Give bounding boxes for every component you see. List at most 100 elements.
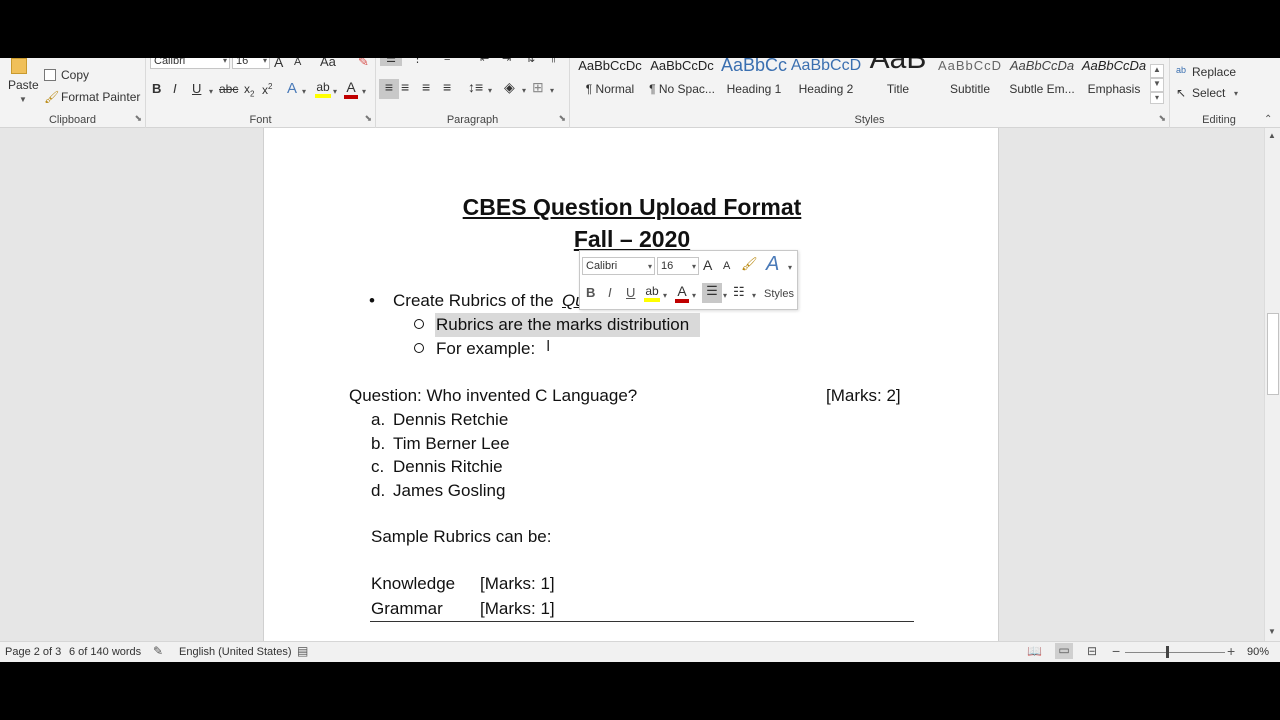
mini-bold-icon[interactable]: B: [586, 285, 595, 300]
styles-scroll-down-icon[interactable]: ▼: [1150, 78, 1164, 92]
format-painter-button[interactable]: 🖌 Format Painter: [44, 90, 144, 106]
line-spacing-icon[interactable]: ↕≡: [468, 79, 483, 95]
clear-formatting-icon[interactable]: ✎: [358, 58, 369, 70]
sub-bullet-circle-icon: [414, 319, 424, 329]
numbering-icon[interactable]: ⋮: [412, 58, 423, 65]
sort-icon[interactable]: ⇅: [526, 58, 535, 65]
collapse-ribbon-icon[interactable]: ⌃: [1264, 114, 1272, 125]
superscript-icon[interactable]: x2: [262, 82, 272, 97]
font-size-caret-icon: ▾: [262, 58, 267, 65]
mini-numbering-icon[interactable]: ☷: [733, 284, 745, 300]
mini-underline-icon[interactable]: U: [626, 285, 635, 300]
zoom-in-icon[interactable]: +: [1227, 643, 1235, 659]
read-mode-icon[interactable]: 📖: [1027, 644, 1042, 658]
font-size-dropdown[interactable]: 16 ▾: [232, 58, 270, 69]
decrease-indent-icon[interactable]: ⇤: [480, 58, 489, 65]
align-left-icon[interactable]: ≡: [379, 79, 399, 99]
shading-icon[interactable]: ◈: [504, 79, 515, 96]
bold-icon[interactable]: B: [152, 81, 161, 96]
mini-bullets-icon[interactable]: ☰: [702, 283, 722, 303]
style-preview: AaBbCcD: [937, 58, 1003, 73]
style-item[interactable]: AaB Title: [862, 58, 934, 106]
scrollbar-thumb[interactable]: [1267, 313, 1279, 395]
font-color-icon[interactable]: A: [344, 79, 358, 99]
change-case-button[interactable]: Aa: [320, 58, 336, 69]
style-item[interactable]: AaBbCcDa Subtle Em...: [1006, 58, 1078, 106]
style-item[interactable]: AaBbCcDc ¶ No Spac...: [646, 58, 718, 106]
paste-dropdown-icon[interactable]: ▼: [19, 95, 27, 104]
style-item[interactable]: AaBbCcDa Emphasis: [1078, 58, 1150, 106]
font-color-caret-icon[interactable]: ▾: [362, 87, 366, 96]
replace-button[interactable]: ab Replace: [1176, 65, 1262, 81]
underline-icon[interactable]: U: [192, 81, 201, 96]
mini-size-dropdown[interactable]: 16 ▾: [657, 257, 699, 275]
font-launcher-icon[interactable]: ⬊: [364, 113, 372, 124]
zoom-out-icon[interactable]: −: [1112, 643, 1120, 659]
text-effects-icon[interactable]: A: [287, 80, 297, 97]
mini-styles-icon[interactable]: A: [766, 253, 779, 276]
document-page[interactable]: CBES Question Upload Format Fall – 2020 …: [263, 128, 999, 641]
mini-highlight-icon[interactable]: ab: [644, 284, 660, 302]
text-effects-caret-icon[interactable]: ▾: [302, 87, 306, 96]
mini-highlight-caret-icon[interactable]: ▾: [663, 291, 667, 300]
zoom-level[interactable]: 90%: [1247, 646, 1269, 658]
bullets-icon[interactable]: ☰: [380, 58, 402, 66]
mini-styles-caret-icon[interactable]: ▾: [788, 263, 792, 272]
page-count[interactable]: Page 2 of 3: [5, 646, 61, 658]
align-right-icon[interactable]: ≡: [422, 79, 430, 95]
highlight-icon[interactable]: ab: [315, 80, 331, 98]
copy-button[interactable]: Copy: [44, 68, 144, 84]
show-marks-icon[interactable]: ¶: [550, 58, 556, 64]
styles-launcher-icon[interactable]: ⬊: [1158, 113, 1166, 124]
subscript-icon[interactable]: x2: [244, 82, 254, 98]
bullet-dot-icon: •: [369, 291, 375, 310]
multilevel-list-icon[interactable]: ≡: [444, 58, 450, 64]
style-item[interactable]: AaBbCcDc ¶ Normal: [574, 58, 646, 106]
select-button[interactable]: ↖ Select ▾: [1176, 86, 1262, 102]
clipboard-launcher-icon[interactable]: ⬊: [134, 113, 142, 124]
mini-numbering-caret-icon[interactable]: ▾: [752, 291, 756, 300]
print-layout-icon[interactable]: ▭: [1055, 643, 1073, 659]
borders-icon[interactable]: ⊞: [532, 79, 544, 96]
paste-button[interactable]: Paste ▼: [4, 58, 40, 108]
word-count[interactable]: 6 of 140 words: [69, 646, 141, 658]
zoom-slider[interactable]: [1125, 646, 1225, 658]
grow-font-icon[interactable]: A: [274, 58, 283, 70]
justify-icon[interactable]: ≡: [443, 79, 451, 95]
macro-record-icon[interactable]: ▤: [297, 644, 308, 658]
mini-font-dropdown[interactable]: Calibri ▾: [582, 257, 655, 275]
shrink-font-icon[interactable]: A: [294, 58, 301, 68]
proofing-icon[interactable]: ✎: [153, 644, 163, 658]
styles-scroll-up-icon[interactable]: ▲: [1150, 64, 1164, 78]
paragraph-launcher-icon[interactable]: ⬊: [558, 113, 566, 124]
highlight-caret-icon[interactable]: ▾: [333, 87, 337, 96]
mini-font-color-caret-icon[interactable]: ▾: [692, 291, 696, 300]
italic-icon[interactable]: I: [173, 81, 177, 96]
scroll-down-icon[interactable]: ▼: [1268, 627, 1276, 636]
font-name-dropdown[interactable]: Calibri ▾: [150, 58, 230, 69]
borders-caret-icon[interactable]: ▾: [550, 86, 554, 95]
mini-shrink-font-icon[interactable]: A: [723, 260, 730, 272]
styles-more-icon[interactable]: ▾: [1150, 92, 1164, 104]
style-item[interactable]: AaBbCcD Heading 2: [790, 58, 862, 106]
zoom-slider-handle[interactable]: [1166, 646, 1169, 658]
language[interactable]: English (United States): [179, 646, 292, 658]
mini-grow-font-icon[interactable]: A: [703, 257, 712, 273]
style-item[interactable]: AaBbCc Heading 1: [718, 58, 790, 106]
selected-text[interactable]: Rubrics are the marks distribution: [435, 313, 701, 337]
mini-format-painter-icon[interactable]: 🖌: [741, 256, 758, 272]
strikethrough-icon[interactable]: abc: [219, 82, 238, 96]
web-layout-icon[interactable]: ⊟: [1087, 644, 1097, 658]
underline-caret-icon[interactable]: ▾: [209, 87, 213, 96]
mini-font-color-icon[interactable]: A: [675, 283, 689, 303]
shading-caret-icon[interactable]: ▾: [522, 86, 526, 95]
mini-italic-icon[interactable]: I: [608, 285, 612, 300]
increase-indent-icon[interactable]: ⇥: [502, 58, 511, 65]
scroll-up-icon[interactable]: ▲: [1268, 131, 1276, 140]
vertical-scrollbar[interactable]: ▲ ▼: [1264, 128, 1280, 641]
style-item[interactable]: AaBbCcD Subtitle: [934, 58, 1006, 106]
mini-bullets-caret-icon[interactable]: ▾: [723, 291, 727, 300]
align-center-icon[interactable]: ≡: [401, 79, 409, 95]
mini-styles-label[interactable]: Styles: [764, 288, 794, 300]
line-spacing-caret-icon[interactable]: ▾: [488, 86, 492, 95]
